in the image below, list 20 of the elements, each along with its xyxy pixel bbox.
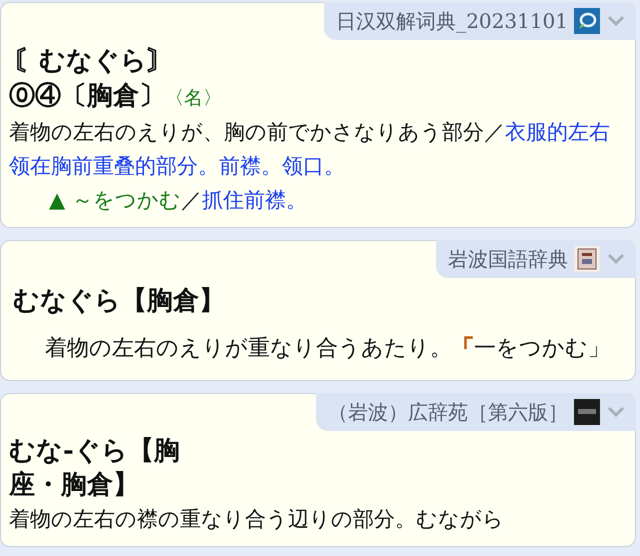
book-cover-icon [574, 399, 600, 425]
example-text: ▲ ～をつかむ／抓住前襟。 [48, 187, 308, 214]
chevron-down-icon[interactable] [606, 405, 626, 419]
chevron-down-icon[interactable] [606, 14, 626, 28]
dictionary-name: 岩波国語辞典 [448, 246, 568, 272]
definition-text: 着物の左右のえりが重なり合うあたり。「一をつかむ」 [44, 334, 611, 363]
definition-text: 着物の左右のえりが、胸の前でかさなりあう部分／衣服的左右领在胸前重叠的部分。前襟。领口。 [9, 119, 611, 180]
dictionary-name: 日汉双解词典_20231101 [336, 8, 568, 34]
definition-text: 着物の左右の襟の重なり合う辺りの部分。むながら [9, 506, 505, 533]
headword: むな‐ぐら【胸座・胸倉】 [9, 435, 181, 502]
dictionary-tab[interactable]: （岩波）広辞苑［第六版］ [316, 393, 636, 431]
headword: 〘むなぐら〙 [12, 45, 174, 78]
accent-line: ⓪④〔胸倉〕〈名〉 [9, 80, 223, 113]
dictionary-tab[interactable]: 日汉双解词典_20231101 [324, 2, 636, 40]
book-cover-icon [574, 246, 600, 272]
chat-bubble-icon [574, 8, 600, 34]
dictionary-name: （岩波）広辞苑［第六版］ [328, 398, 568, 426]
headword: むなぐら【胸倉】 [12, 285, 226, 318]
dictionary-tab[interactable]: 岩波国語辞典 [436, 240, 636, 278]
chevron-down-icon[interactable] [606, 252, 626, 266]
